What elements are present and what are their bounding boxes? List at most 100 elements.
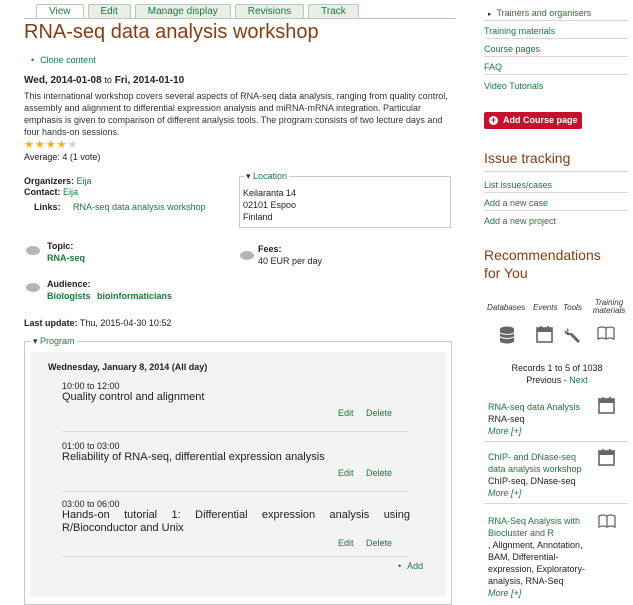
book-icon[interactable]: [597, 326, 615, 344]
date-end: Fri, 2014-01-10: [114, 75, 185, 86]
wrench-icon[interactable]: [564, 326, 582, 348]
topic-tag[interactable]: RNA-seq: [47, 252, 85, 264]
star-empty-icon[interactable]: ★: [68, 140, 78, 151]
session-time: 01:00 to 03:00: [62, 441, 120, 451]
sidebar-item-faq[interactable]: FAQ: [484, 62, 502, 72]
sidebar-divider: [484, 210, 628, 211]
sidebar-item-training-materials[interactable]: Training materials: [484, 26, 555, 36]
tab-track[interactable]: Track: [308, 4, 359, 19]
content-tabs: View Edit Manage display Revisions Track: [36, 4, 359, 19]
delete-link[interactable]: Delete: [366, 538, 392, 548]
date-to: to: [104, 75, 112, 85]
delete-link[interactable]: Delete: [366, 408, 392, 418]
sidebar-item-video-tutorials[interactable]: Video Tutorials: [484, 81, 543, 91]
recommendation-tags: , Alignment, Annotation, BAM, Differenti…: [488, 540, 586, 586]
fees-value: 40 EUR per day: [258, 256, 323, 266]
contact-label: Contact:: [24, 187, 61, 197]
recommendations-heading-line1: Recommendations: [484, 247, 601, 263]
book-icon: [598, 514, 616, 531]
rec-tab-events[interactable]: Events: [533, 304, 557, 312]
audience-tag[interactable]: Biologists: [47, 291, 91, 301]
edit-link[interactable]: Edit: [338, 468, 354, 478]
fees-icon: [240, 251, 254, 260]
recommendations-heading-line2: for You: [484, 265, 528, 281]
tab-view[interactable]: View: [36, 4, 84, 19]
address-line: 02101 Espoo: [243, 200, 297, 210]
topic-icon: [26, 246, 40, 255]
last-update-label: Last update:: [24, 318, 78, 328]
star-icon[interactable]: ★: [57, 140, 67, 151]
issue-link-add-case[interactable]: Add a new case: [484, 198, 548, 208]
calendar-icon: [598, 397, 615, 417]
plus-icon: +: [489, 115, 498, 125]
clone-content-label[interactable]: Clone content: [40, 55, 96, 65]
session-title: Reliability of RNA-seq, differential exp…: [62, 451, 325, 463]
location-address: Keilaranta 14 02101 Espoo Finland: [243, 187, 296, 223]
organizers-link[interactable]: Eija: [77, 176, 92, 186]
program-day-heading: Wednesday, January 8, 2014 (All day): [48, 362, 208, 372]
program-session: 10:00 to 12:00 Quality control and align…: [62, 381, 410, 432]
date-start: Wed, 2014-01-08: [24, 75, 102, 86]
recommendation-tags: RNA-seq: [488, 414, 525, 424]
issue-link-list[interactable]: List issues/cases: [484, 180, 552, 190]
tab-revisions[interactable]: Revisions: [234, 4, 305, 19]
more-link[interactable]: More [+]: [488, 587, 592, 599]
session-title: Quality control and alignment: [62, 391, 205, 403]
program-session: 01:00 to 03:00 Reliability of RNA-seq, d…: [62, 441, 410, 492]
location-legend[interactable]: Location: [244, 171, 290, 182]
edit-link[interactable]: Edit: [338, 408, 354, 418]
calendar-icon[interactable]: [536, 326, 553, 347]
edit-link[interactable]: Edit: [338, 538, 354, 548]
star-icon[interactable]: ★: [24, 140, 34, 151]
rec-tab-training-materials[interactable]: Training materials: [589, 299, 629, 315]
session-actions: Edit Delete: [328, 468, 392, 478]
pager-next[interactable]: Next: [569, 375, 588, 385]
sidebar-item-course-pages[interactable]: Course pages: [484, 44, 540, 54]
recommendation-title[interactable]: RNA-Seq Analysis with Biocluster and R: [488, 515, 592, 539]
address-line: Finland: [243, 212, 273, 222]
add-course-page-button[interactable]: + Add Course page: [484, 112, 582, 129]
session-title: Hands-on tutorial 1: Differential expres…: [62, 509, 410, 534]
add-session-link[interactable]: Add: [398, 561, 423, 571]
delete-link[interactable]: Delete: [366, 468, 392, 478]
audience-label: Audience:: [47, 279, 91, 289]
tab-edit[interactable]: Edit: [87, 4, 131, 19]
pager-previous[interactable]: Previous: [526, 375, 561, 385]
rec-tab-databases[interactable]: Databases: [487, 304, 525, 312]
sidebar-item-label[interactable]: Trainers and organisers: [497, 8, 592, 18]
more-link[interactable]: More [+]: [488, 487, 592, 499]
tab-manage-display[interactable]: Manage display: [134, 4, 231, 19]
sidebar-item-trainers[interactable]: ▸ Trainers and organisers: [488, 8, 591, 18]
rec-tab-label[interactable]: materials: [589, 307, 629, 315]
recommendation-title[interactable]: ChIP- and DNase-seq data analysis worksh…: [488, 451, 592, 475]
topic-label: Topic:: [47, 241, 74, 251]
audience-icon: [26, 283, 40, 292]
session-actions: Edit Delete: [328, 408, 392, 418]
program-legend[interactable]: Program: [31, 336, 77, 347]
links-link[interactable]: RNA-seq data analysis workshop: [73, 202, 206, 212]
add-course-label[interactable]: Add Course page: [503, 115, 578, 125]
rec-tab-tools[interactable]: Tools: [563, 304, 582, 312]
fees-field: Fees: 40 EUR per day: [258, 243, 322, 267]
audience-tag[interactable]: bioinformaticians: [97, 291, 172, 301]
session-divider: [62, 556, 408, 557]
issue-link-add-project[interactable]: Add a new project: [484, 216, 556, 226]
contact-link[interactable]: Eija: [63, 187, 78, 197]
database-icon[interactable]: [499, 326, 515, 348]
rating-stars[interactable]: ★ ★ ★ ★ ★: [24, 140, 77, 151]
fees-label: Fees:: [258, 244, 282, 254]
session-divider: [62, 491, 408, 492]
topic-field: Topic: RNA-seq: [47, 240, 89, 264]
clone-content-link[interactable]: Clone content: [31, 55, 96, 65]
recommendation-title[interactable]: RNA-seq data Analysis: [488, 401, 592, 413]
add-session-label[interactable]: Add: [407, 561, 423, 571]
star-icon[interactable]: ★: [46, 140, 56, 151]
program-session: 03:00 to 06:00 Hands-on tutorial 1: Diff…: [62, 499, 410, 557]
more-link[interactable]: More [+]: [488, 425, 592, 437]
sidebar-divider: [484, 56, 628, 57]
organizers-label: Organizers:: [24, 176, 75, 186]
issue-tracking-heading: Issue tracking: [484, 150, 571, 166]
records-pager: Records 1 to 5 of 1038 Previous - Next: [484, 362, 630, 386]
sidebar-divider: [484, 192, 628, 193]
star-icon[interactable]: ★: [35, 140, 45, 151]
